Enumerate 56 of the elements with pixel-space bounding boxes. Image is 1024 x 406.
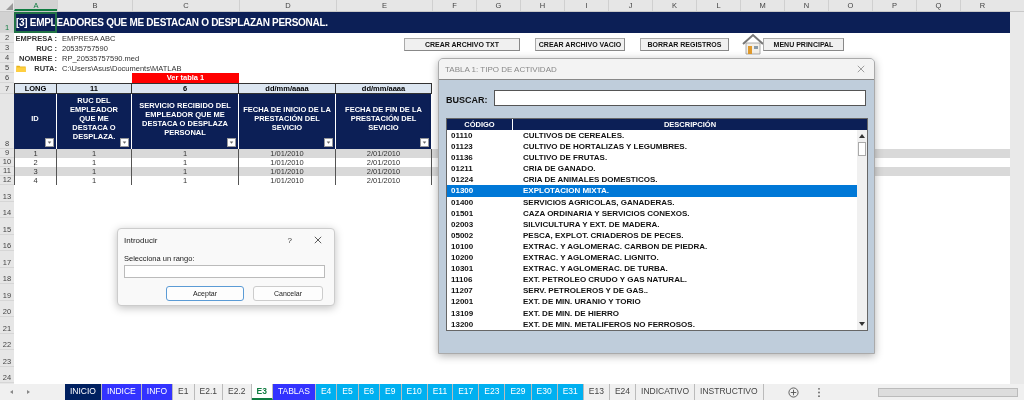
scroll-thumb[interactable] bbox=[858, 142, 866, 156]
range-input-field[interactable] bbox=[124, 265, 325, 278]
list-item[interactable]: 11106 EXT. PETROLEO CRUDO Y GAS NATURAL. bbox=[447, 274, 857, 286]
sheet-tab[interactable]: E3 bbox=[251, 384, 273, 400]
list-item[interactable]: 01110 CULTIVOS DE CEREALES. bbox=[447, 130, 857, 142]
sheet-tab[interactable]: INICIO bbox=[65, 384, 102, 400]
add-sheet-icon[interactable] bbox=[787, 386, 799, 398]
filter-dropdown-icon[interactable] bbox=[420, 138, 429, 147]
list-item[interactable]: 01224 CRIA DE ANIMALES DOMESTICOS. bbox=[447, 174, 857, 186]
sheet-tab[interactable]: E1 bbox=[173, 384, 195, 400]
select-all-icon[interactable] bbox=[6, 3, 13, 10]
list-item[interactable]: 12001 EXT. DE MIN. URANIO Y TORIO bbox=[447, 296, 857, 308]
previous-sheet-icon[interactable] bbox=[8, 388, 16, 396]
house-icon[interactable] bbox=[742, 33, 764, 55]
sheet-tab[interactable]: INFO bbox=[141, 384, 174, 400]
help-button[interactable]: ? bbox=[287, 235, 292, 245]
list-scrollbar[interactable] bbox=[857, 130, 867, 330]
list-item[interactable]: 01136 CULTIVO DE FRUTAS. bbox=[447, 152, 857, 164]
list-item[interactable]: 01300 EXPLOTACION MIXTA. bbox=[447, 185, 857, 197]
list-item[interactable]: 10200 EXTRAC. Y AGLOMERAC. LIGNITO. bbox=[447, 252, 857, 264]
next-sheet-icon[interactable] bbox=[24, 388, 32, 396]
scroll-down-icon[interactable] bbox=[858, 319, 866, 328]
more-options-icon[interactable] bbox=[816, 386, 821, 398]
sheet-tab[interactable]: INDICATIVO bbox=[636, 384, 696, 400]
sheet-title: [3] EMPLEADORES QUE ME DESTACAN O DESPLAZAN PERSONAL. bbox=[14, 12, 1010, 33]
dialog-title: TABLA 1: TIPO DE ACTIVIDAD bbox=[445, 64, 557, 74]
vertical-scrollbar[interactable] bbox=[1010, 12, 1024, 384]
search-field[interactable] bbox=[493, 90, 866, 106]
folder-icon bbox=[16, 64, 26, 72]
search-label: BUSCAR: bbox=[446, 95, 488, 106]
list-item[interactable]: 01400 SERVICIOS AGRICOLAS, GANADERAS. bbox=[447, 196, 857, 208]
close-icon[interactable] bbox=[314, 236, 322, 244]
list-item[interactable]: 13109 EXT. DE MIN. DE HIERRO bbox=[447, 307, 857, 319]
list-item[interactable]: 01123 CULTIVO DE HORTALIZAS Y LEGUMBRES. bbox=[447, 141, 857, 153]
list-item[interactable]: 01501 CAZA ORDINARIA Y SERVICIOS CONEXOS. bbox=[447, 207, 857, 219]
filter-dropdown-icon[interactable] bbox=[45, 138, 54, 147]
list-item[interactable]: 13200 EXT. DE MIN. METALIFEROS NO FERROSOS. bbox=[447, 318, 857, 330]
scroll-up-icon[interactable] bbox=[858, 132, 866, 140]
horizontal-scrollbar[interactable] bbox=[878, 387, 1018, 397]
list-item[interactable]: 05002 PESCA, EXPLOT. CRIADEROS DE PECES. bbox=[447, 229, 857, 241]
filter-dropdown-icon[interactable] bbox=[324, 138, 333, 147]
list-item[interactable]: 11207 SERV. PETROLEROS Y DE GAS.. bbox=[447, 285, 857, 297]
sheet-tab[interactable]: INDICE bbox=[102, 384, 142, 400]
sheet-tab[interactable]: E24 bbox=[609, 384, 636, 400]
sheet-tab[interactable]: INSTRUCTIVO bbox=[695, 384, 764, 400]
sheet-tab[interactable]: E2.1 bbox=[194, 384, 223, 400]
sheet-tab[interactable]: E13 bbox=[583, 384, 610, 400]
list-item[interactable]: 02003 SILVICULTURA Y EXT. DE MADERA. bbox=[447, 218, 857, 230]
filter-dropdown-icon[interactable] bbox=[227, 138, 236, 147]
filter-dropdown-icon[interactable] bbox=[120, 138, 129, 147]
dialog-title: Introducir bbox=[124, 235, 158, 245]
list-item[interactable]: 10100 EXTRAC. Y AGLOMERAC. CARBON DE PIEDRA. bbox=[447, 240, 857, 253]
sheet-tab[interactable]: E2.2 bbox=[223, 384, 252, 400]
list-item[interactable]: 10301 EXTRAC. Y AGLOMERAC. DE TURBA. bbox=[447, 263, 857, 275]
list-item[interactable]: 01211 CRIA DE GANADO. bbox=[447, 163, 857, 175]
sheet-tab[interactable]: TABLAS bbox=[272, 384, 316, 400]
